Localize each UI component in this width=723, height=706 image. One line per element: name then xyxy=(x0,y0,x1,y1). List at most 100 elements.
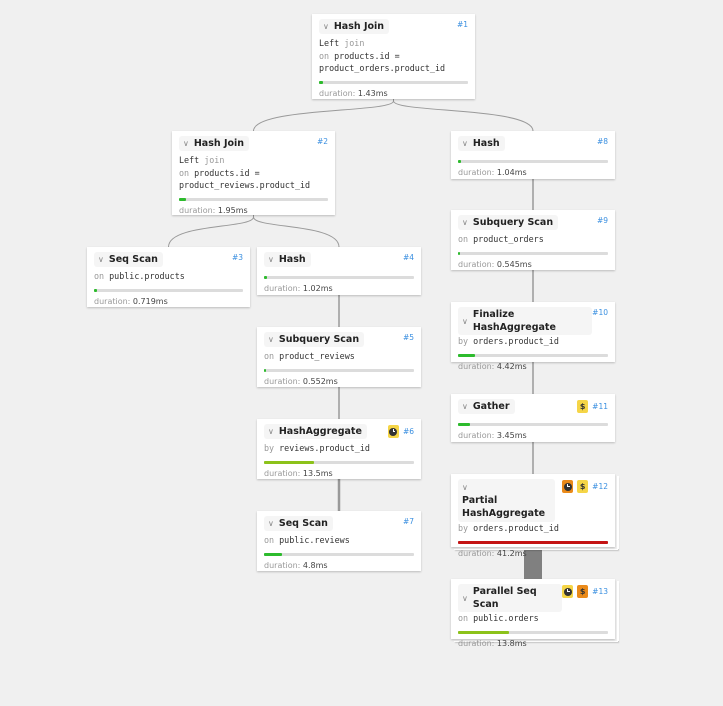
plan-node[interactable]: ∨ Subquery Scan #9 on product_orders duratio… xyxy=(451,210,615,270)
duration-bar-fill xyxy=(264,460,314,464)
chevron-down-icon[interactable]: ∨ xyxy=(268,333,274,346)
node-id[interactable]: #11 xyxy=(592,402,608,411)
node-title-toggle[interactable]: ∨ Finalize HashAggregate xyxy=(458,307,593,335)
chevron-down-icon[interactable]: ∨ xyxy=(323,20,329,33)
duration-value: 1.02ms xyxy=(302,284,333,293)
chevron-down-icon[interactable]: ∨ xyxy=(462,400,468,413)
node-title: Finalize HashAggregate xyxy=(472,309,556,333)
chevron-down-icon[interactable]: ∨ xyxy=(98,253,104,266)
duration-bar xyxy=(458,251,608,255)
keyword: on xyxy=(319,50,335,61)
node-id[interactable]: #12 xyxy=(592,482,608,491)
node-title: Subquery Scan xyxy=(472,217,554,228)
node-indicators: #2 xyxy=(317,136,328,146)
node-id[interactable]: #8 xyxy=(597,137,608,146)
node-id[interactable]: #4 xyxy=(403,253,414,262)
duration-label: duration: xyxy=(458,431,497,440)
node-header: ∨ Subquery Scan #5 xyxy=(264,332,414,350)
plan-node[interactable]: ∨ Gather $ #11 duration: 3.45ms xyxy=(451,394,615,442)
plan-node[interactable]: ∨ Parallel Seq Scan $ #13 on public.orders du… xyxy=(451,579,615,648)
node-detail-line: by orders.product_id xyxy=(458,522,608,535)
plan-node[interactable]: ∨ Hash Join #2 Left join on products.id = pro… xyxy=(172,131,335,215)
detail-value: products.id = xyxy=(334,50,400,61)
node-title-toggle[interactable]: ∨ Hash Join xyxy=(319,19,390,34)
duration-bar xyxy=(264,276,414,279)
node-detail-line: on public.products xyxy=(94,270,243,283)
plan-node[interactable]: ∨ Hash Join #1 Left join on products.id = pro… xyxy=(312,14,475,99)
node-id[interactable]: #7 xyxy=(403,517,414,526)
node-title-toggle[interactable]: ∨ Seq Scan xyxy=(264,516,333,531)
plan-node[interactable]: ∨ Hash #4 duration: 1.02ms xyxy=(257,247,421,295)
node-title-toggle[interactable]: ∨ Hash Join xyxy=(179,136,250,151)
node-id[interactable]: #2 xyxy=(317,137,328,146)
node-title-toggle[interactable]: ∨ HashAggregate xyxy=(264,424,367,439)
node-indicators: #7 xyxy=(403,516,414,526)
node-detail-line: product_reviews.product_id xyxy=(179,179,328,192)
keyword: on xyxy=(458,234,474,244)
duration-value: 13.5ms xyxy=(302,468,333,478)
keyword: on xyxy=(94,271,110,281)
node-id[interactable]: #10 xyxy=(592,308,608,317)
node-title: Subquery Scan xyxy=(278,334,360,345)
node-title-toggle[interactable]: ∨ Hash xyxy=(458,136,505,151)
duration-text: duration: 0.719ms xyxy=(94,296,243,307)
plan-node[interactable]: ∨ HashAggregate #6 by reviews.product_id dur… xyxy=(257,419,421,479)
duration-bar xyxy=(264,552,414,556)
clock-icon[interactable] xyxy=(562,585,574,598)
node-title: Hash Join xyxy=(333,21,385,32)
dollar-icon[interactable]: $ xyxy=(577,585,589,598)
node-title-toggle[interactable]: ∨ Subquery Scan xyxy=(458,215,559,230)
duration-text: duration: 4.8ms xyxy=(264,560,414,571)
plan-edge xyxy=(253,99,394,132)
duration-text: duration: 1.43ms xyxy=(319,88,468,99)
node-title-toggle[interactable]: ∨ Gather xyxy=(458,399,515,414)
node-id[interactable]: #6 xyxy=(403,427,414,436)
duration-label: duration: xyxy=(319,88,358,98)
plan-node[interactable]: ∨ Seq Scan #3 on public.products duration: 0… xyxy=(87,247,250,307)
clock-icon[interactable] xyxy=(387,425,399,438)
chevron-down-icon[interactable]: ∨ xyxy=(462,592,468,605)
chevron-down-icon[interactable]: ∨ xyxy=(462,315,468,328)
node-header: ∨ Hash #4 xyxy=(264,252,414,270)
clock-face xyxy=(389,427,398,436)
detail-value: orders.product_id xyxy=(473,523,559,533)
node-title-toggle[interactable]: ∨ Partial HashAggregate xyxy=(458,479,555,522)
node-id[interactable]: #3 xyxy=(232,253,243,262)
node-title-toggle[interactable]: ∨ Hash xyxy=(264,252,311,267)
detail-value: public.products xyxy=(109,271,185,281)
node-title-toggle[interactable]: ∨ Parallel Seq Scan xyxy=(458,584,563,612)
node-header: ∨ Partial HashAggregate $ #12 xyxy=(458,479,608,522)
keyword: by xyxy=(264,443,280,453)
chevron-down-icon[interactable]: ∨ xyxy=(268,425,274,438)
chevron-down-icon[interactable]: ∨ xyxy=(268,517,274,530)
node-title-toggle[interactable]: ∨ Seq Scan xyxy=(94,252,163,267)
duration-label: duration: xyxy=(458,548,497,558)
chevron-down-icon[interactable]: ∨ xyxy=(462,137,468,150)
plan-node[interactable]: ∨ Subquery Scan #5 on product_reviews durati… xyxy=(257,327,421,387)
duration-bar xyxy=(458,630,608,634)
node-title-toggle[interactable]: ∨ Subquery Scan xyxy=(264,332,365,347)
chevron-down-icon[interactable]: ∨ xyxy=(462,481,468,494)
chevron-down-icon[interactable]: ∨ xyxy=(183,137,189,150)
node-id[interactable]: #1 xyxy=(457,20,468,29)
node-id[interactable]: #9 xyxy=(597,216,608,225)
keyword: on xyxy=(458,613,474,623)
node-id[interactable]: #5 xyxy=(403,333,414,342)
plan-node[interactable]: ∨ Hash #8 duration: 1.04ms xyxy=(451,131,615,179)
duration-value: 0.719ms xyxy=(132,296,168,306)
chevron-down-icon[interactable]: ∨ xyxy=(268,253,274,266)
clock-icon[interactable] xyxy=(562,480,574,493)
node-detail-line: on public.orders xyxy=(458,612,608,625)
dollar-icon[interactable]: $ xyxy=(577,400,589,413)
chevron-down-icon[interactable]: ∨ xyxy=(462,216,468,229)
detail-value: reviews.product_id xyxy=(279,443,370,453)
plan-node[interactable]: ∨ Seq Scan #7 on public.reviews duration: 4.… xyxy=(257,511,421,571)
keyword: join xyxy=(204,155,225,165)
plan-node[interactable]: ∨ Finalize HashAggregate #10 by orders.prod… xyxy=(451,302,615,371)
dollar-icon[interactable]: $ xyxy=(577,480,589,493)
node-id[interactable]: #13 xyxy=(592,587,608,596)
duration-label: duration: xyxy=(94,296,133,306)
plan-node[interactable]: ∨ Partial HashAggregate $ #12 by orders.prod… xyxy=(451,474,615,558)
duration-bar-fill xyxy=(458,353,475,357)
node-indicators: #1 xyxy=(457,19,468,29)
